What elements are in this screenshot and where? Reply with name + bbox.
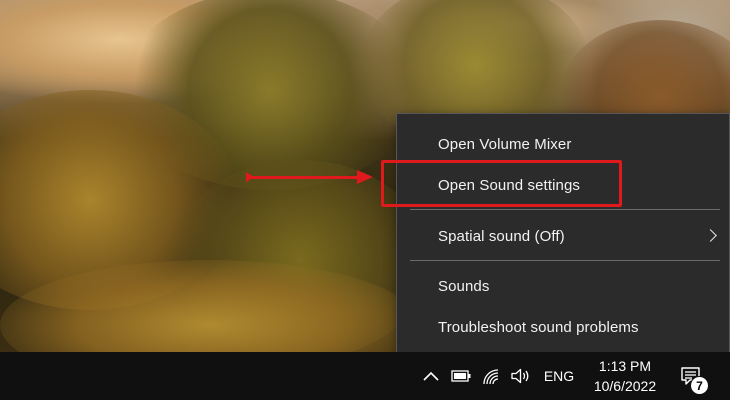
volume-button[interactable] <box>507 352 533 400</box>
notification-count-badge: 7 <box>690 376 709 395</box>
menu-item-label: Sounds <box>438 277 490 295</box>
menu-item-sounds[interactable]: Sounds <box>397 268 729 304</box>
clock-date: 10/6/2022 <box>593 378 657 394</box>
battery-button[interactable] <box>448 352 474 400</box>
menu-item-open-volume-mixer[interactable]: Open Volume Mixer <box>397 126 729 162</box>
taskbar: ENG 1:13 PM 10/6/2022 <box>0 352 730 400</box>
battery-icon <box>451 370 471 382</box>
menu-item-label: Open Volume Mixer <box>438 135 572 153</box>
wifi-icon <box>483 369 499 385</box>
menu-item-label: Spatial sound (Off) <box>438 227 565 245</box>
menu-separator <box>410 260 720 261</box>
show-hidden-icons-button[interactable] <box>418 352 444 400</box>
menu-item-spatial-sound[interactable]: Spatial sound (Off) <box>397 218 729 254</box>
menu-item-troubleshoot[interactable]: Troubleshoot sound problems <box>397 309 729 345</box>
menu-item-label: Troubleshoot sound problems <box>438 318 639 336</box>
annotation-arrow-head <box>357 170 373 184</box>
clock-time: 1:13 PM <box>598 358 652 374</box>
chevron-up-icon <box>423 371 439 381</box>
input-language-button[interactable]: ENG <box>538 352 580 400</box>
chevron-right-icon <box>704 229 717 242</box>
menu-separator <box>410 209 720 210</box>
speaker-icon <box>511 368 529 384</box>
input-language: ENG <box>543 368 575 384</box>
clock-button[interactable]: 1:13 PM 10/6/2022 <box>586 354 664 398</box>
network-button[interactable] <box>478 352 504 400</box>
annotation-highlight-box <box>381 160 622 207</box>
annotation-arrow <box>250 176 360 179</box>
sound-context-menu: Open Volume Mixer Open Sound settings Sp… <box>396 113 730 355</box>
